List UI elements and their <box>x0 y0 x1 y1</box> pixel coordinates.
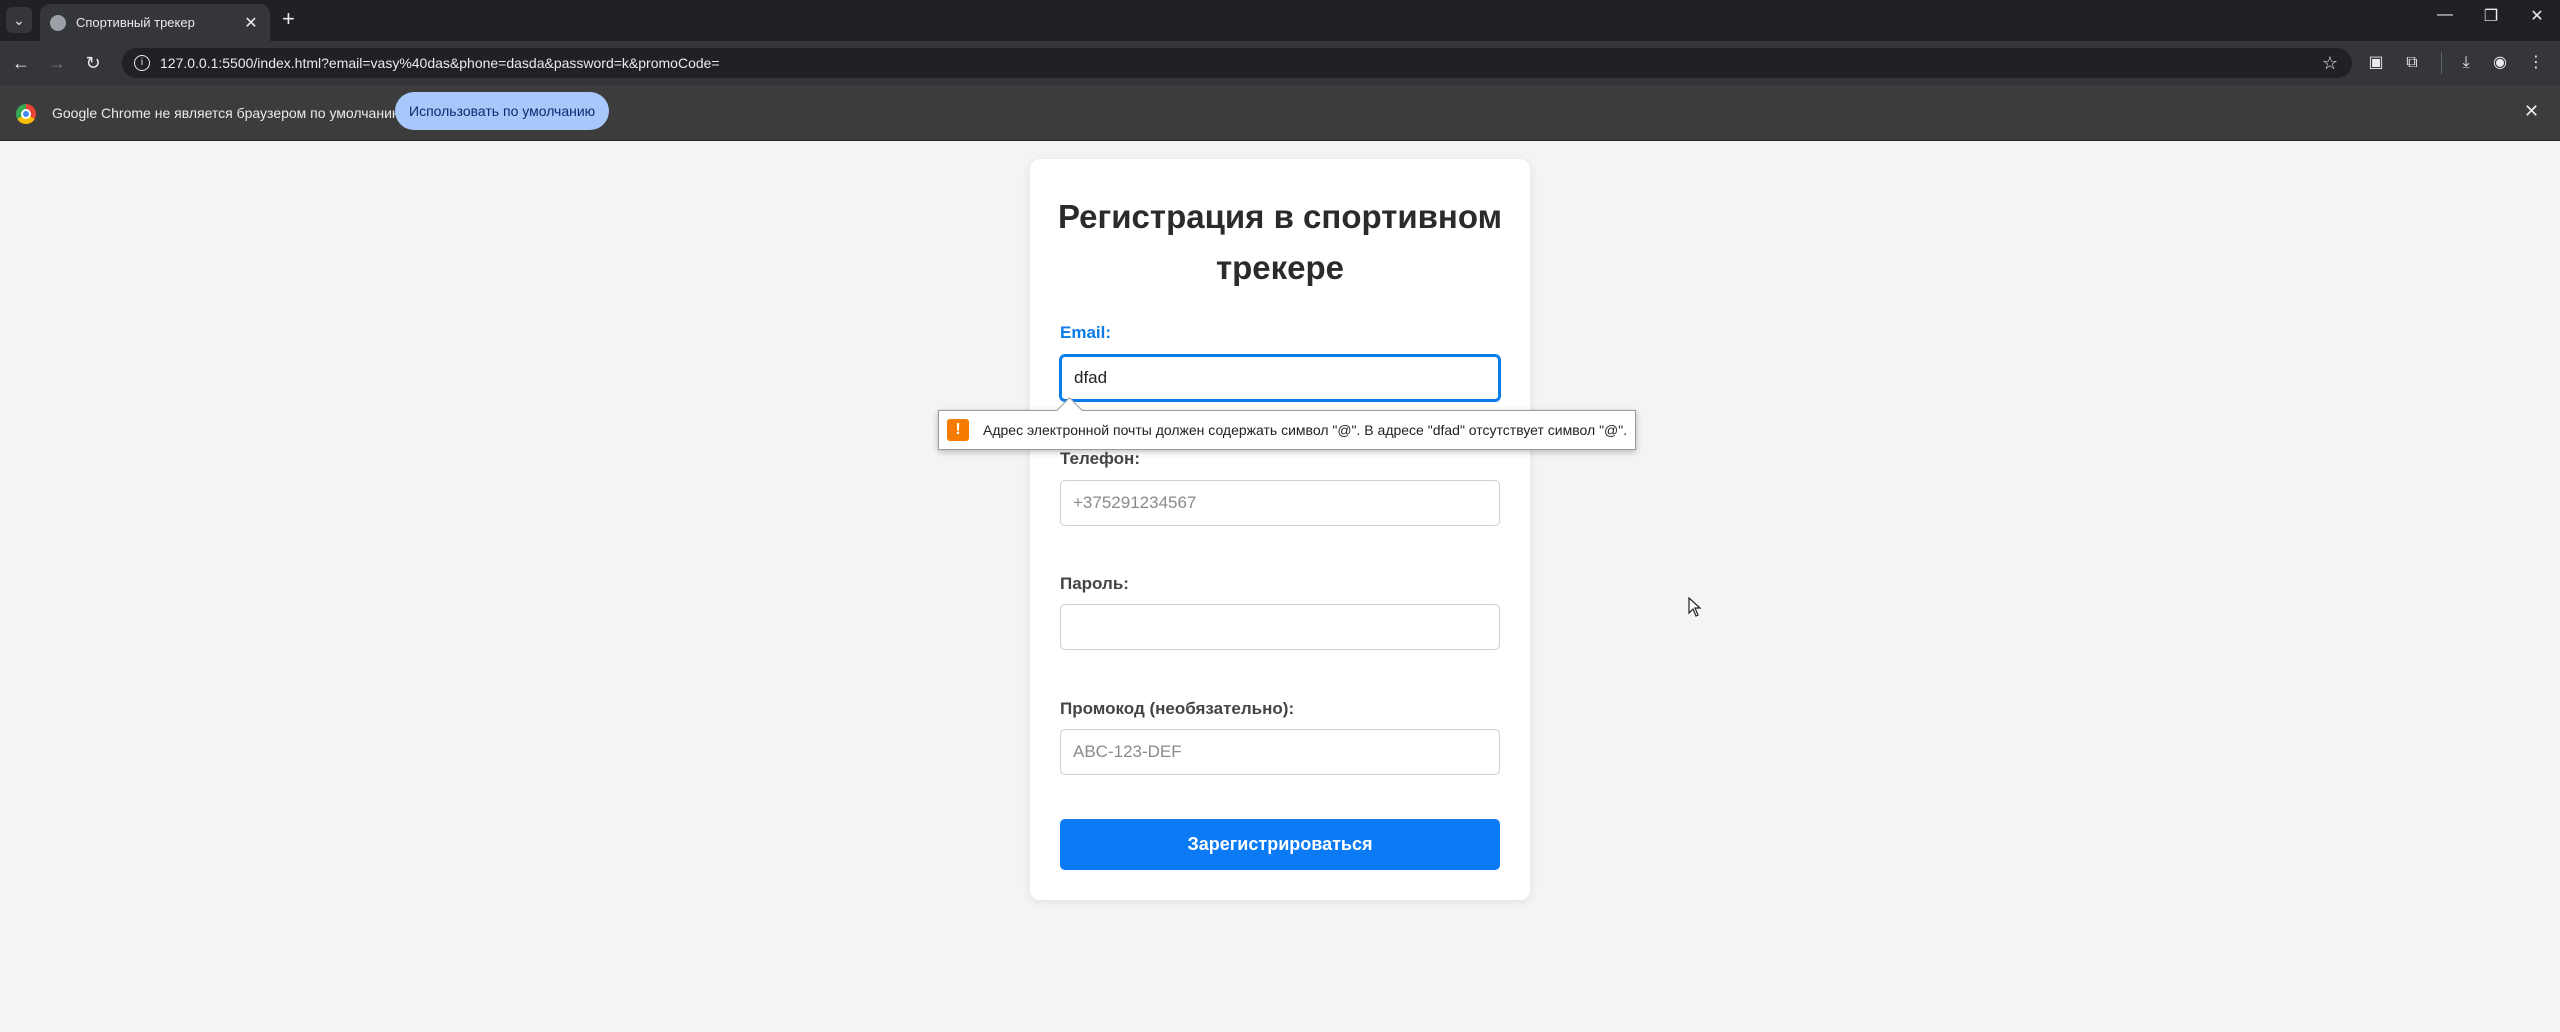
tab-title: Спортивный трекер <box>76 15 195 30</box>
browser-toolbar: ← → ↻ i 127.0.0.1:5500/index.html?email=… <box>0 41 2560 85</box>
toolbar-divider <box>2441 52 2442 74</box>
infobar-text: Google Chrome не является браузером по у… <box>52 105 407 121</box>
password-field[interactable] <box>1060 604 1500 650</box>
download-icon[interactable]: ⤓ <box>2454 52 2478 74</box>
tab-favicon-icon <box>50 14 66 31</box>
profile-icon[interactable]: ◉ <box>2488 52 2512 74</box>
back-icon[interactable]: ← <box>8 51 34 75</box>
register-button[interactable]: Зарегистрироваться <box>1060 819 1500 870</box>
promo-label: Промокод (необязательно): <box>1060 699 1295 718</box>
tab-close-icon[interactable]: ✕ <box>242 13 260 33</box>
email-label: Email: <box>1060 323 1112 342</box>
site-info-icon[interactable]: i <box>134 55 150 71</box>
validation-tooltip: ! Адрес электронной почты должен содержа… <box>938 410 1637 450</box>
default-browser-infobar: Google Chrome не является браузером по у… <box>0 85 2560 141</box>
address-url: 127.0.0.1:5500/index.html?email=vasy%40d… <box>160 55 720 71</box>
bookmark-star-icon[interactable]: ☆ <box>2322 53 2338 74</box>
promo-code-field[interactable] <box>1060 729 1500 775</box>
chrome-logo-icon <box>16 104 36 124</box>
menu-icon[interactable]: ⋮ <box>2524 52 2548 74</box>
new-tab-icon[interactable]: + <box>282 8 295 30</box>
close-window-icon[interactable]: ✕ <box>2522 6 2552 26</box>
email-field[interactable] <box>1059 354 1501 402</box>
forward-icon[interactable]: → <box>44 51 70 75</box>
password-label: Пароль: <box>1060 574 1129 593</box>
reload-icon[interactable]: ↻ <box>80 51 106 75</box>
minimize-icon[interactable]: — <box>2430 6 2460 24</box>
set-default-button[interactable]: Использовать по умолчанию <box>395 92 610 130</box>
tab-strip: ⌄ Спортивный трекер ✕ + — ❐ ✕ <box>0 0 2560 41</box>
restore-icon[interactable]: ❐ <box>2476 6 2506 26</box>
registration-card: Регистрация в спортивном трекере Email: … <box>1030 159 1530 900</box>
browser-tab[interactable]: Спортивный трекер ✕ <box>40 4 270 41</box>
tab-search-icon[interactable]: ⌄ <box>6 7 32 33</box>
phone-label: Телефон: <box>1060 449 1140 468</box>
save-icon[interactable]: ▣ <box>2364 52 2388 74</box>
page-title: Регистрация в спортивном трекере <box>1057 198 1503 286</box>
phone-field[interactable] <box>1060 480 1500 526</box>
validation-message: Адрес электронной почты должен содержать… <box>983 422 1628 438</box>
extensions-icon[interactable]: ⧉ <box>2400 52 2424 74</box>
warning-icon: ! <box>947 419 969 441</box>
infobar-close-icon[interactable]: ✕ <box>2524 101 2539 122</box>
address-bar[interactable]: i 127.0.0.1:5500/index.html?email=vasy%4… <box>122 48 2352 78</box>
